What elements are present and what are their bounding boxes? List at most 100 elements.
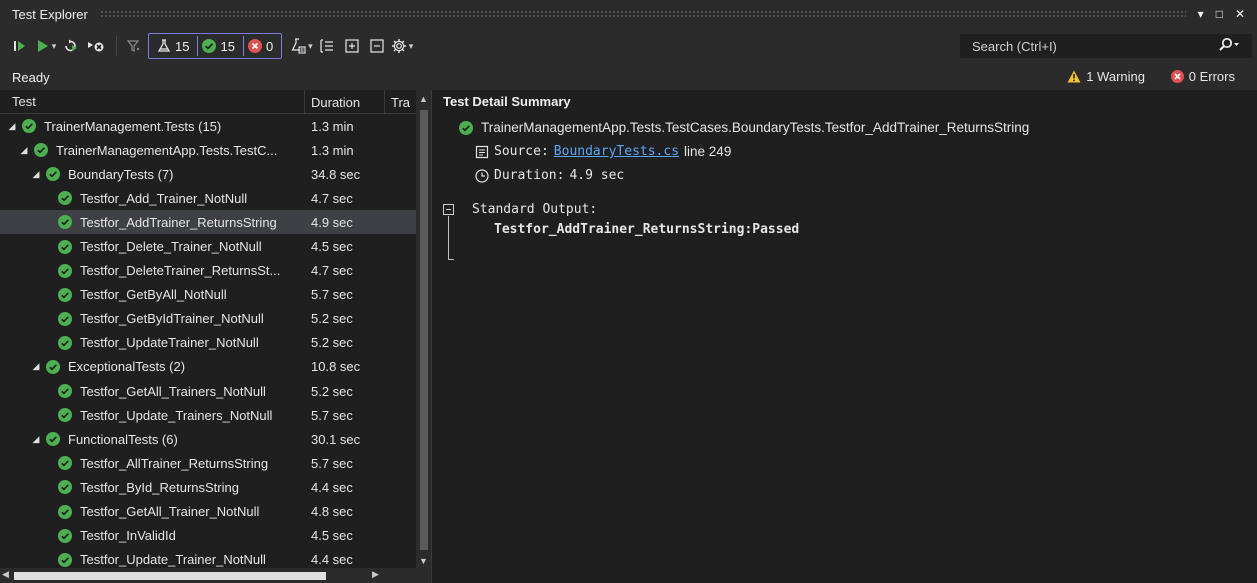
standard-output-label: Standard Output:: [472, 202, 598, 217]
detail-header: Test Detail Summary: [443, 94, 571, 109]
gear-icon: [391, 39, 406, 53]
detail-source: Source: BoundaryTests.cs line 249: [475, 144, 731, 159]
tree-row[interactable]: ◢ TrainerManagement.Tests (15) 1.3 min: [0, 114, 418, 138]
passed-tests-counter[interactable]: 15: [197, 36, 238, 56]
close-button[interactable]: ✕: [1235, 7, 1245, 21]
tree-row-label: Testfor_InValidId: [80, 528, 176, 544]
tree-row[interactable]: Testfor_Update_Trainers_NotNull 5.7 sec: [0, 403, 418, 427]
tree-row[interactable]: Testfor_UpdateTrainer_NotNull 5.2 sec: [0, 331, 418, 355]
run-button[interactable]: ▾: [35, 33, 57, 59]
playlist-dropdown-icon[interactable]: ▾: [308, 41, 313, 52]
source-line: line 249: [684, 144, 732, 159]
pass-check-icon: [58, 215, 72, 230]
tree-row-duration: 4.4 sec: [311, 479, 353, 495]
settings-dropdown-icon[interactable]: ▾: [409, 41, 414, 52]
settings-button[interactable]: ▾: [391, 33, 414, 59]
search-box[interactable]: Search (Ctrl+I): [960, 34, 1252, 58]
tree-row[interactable]: Testfor_ById_ReturnsString 4.4 sec: [0, 475, 418, 499]
expand-arrow-icon[interactable]: ◢: [30, 169, 42, 180]
tree-row-duration: 4.7 sec: [311, 190, 353, 206]
expand-all-icon: [345, 39, 359, 53]
warnings-indicator[interactable]: 1 Warning: [1067, 69, 1145, 84]
maximize-button[interactable]: □: [1216, 7, 1223, 21]
fail-x-icon: [247, 39, 262, 53]
tree-row[interactable]: ◢ BoundaryTests (7) 34.8 sec: [0, 162, 418, 186]
source-label: Source:: [494, 144, 549, 159]
column-test[interactable]: Test: [12, 94, 36, 109]
tree-row-label: Testfor_Delete_Trainer_NotNull: [80, 239, 262, 255]
tree-row[interactable]: Testfor_AllTrainer_ReturnsString 5.7 sec: [0, 451, 418, 475]
tree-row[interactable]: Testfor_GetAll_Trainer_NotNull 4.8 sec: [0, 500, 418, 524]
pass-check-icon: [58, 456, 72, 471]
source-file-link[interactable]: BoundaryTests.cs: [554, 144, 679, 159]
scroll-left-icon[interactable]: ◀: [2, 569, 9, 580]
errors-indicator[interactable]: 0 Errors: [1170, 69, 1235, 84]
tree-row-duration-cell: 4.4 sec: [302, 480, 384, 495]
tree-row[interactable]: Testfor_Add_Trainer_NotNull 4.7 sec: [0, 186, 418, 210]
search-icon[interactable]: [1218, 37, 1240, 56]
detail-duration: Duration: 4.9 sec: [475, 168, 624, 183]
tree-row[interactable]: Testfor_Delete_Trainer_NotNull 4.5 sec: [0, 234, 418, 258]
tree-row[interactable]: Testfor_AddTrainer_ReturnsString 4.9 sec: [0, 210, 418, 235]
title-grip[interactable]: [99, 10, 1186, 18]
tree-row-duration: 30.1 sec: [311, 431, 361, 447]
tree-row[interactable]: ◢ ExceptionalTests (2) 10.8 sec: [0, 355, 418, 379]
tree-row[interactable]: Testfor_GetByAll_NotNull 5.7 sec: [0, 283, 418, 307]
expand-all-button[interactable]: [341, 33, 363, 59]
expand-arrow-icon[interactable]: ◢: [18, 145, 30, 156]
tree-row-label: Testfor_AddTrainer_ReturnsString: [80, 214, 277, 230]
pass-check-icon: [58, 239, 72, 254]
failed-tests-counter[interactable]: 0: [242, 36, 277, 56]
collapse-all-icon: [370, 39, 384, 53]
tree-row[interactable]: Testfor_GetByIdTrainer_NotNull 5.2 sec: [0, 307, 418, 331]
playlist-button[interactable]: ▾: [290, 33, 313, 59]
tree-row-label: Testfor_Add_Trainer_NotNull: [80, 190, 248, 206]
tree-row-duration: 5.2 sec: [311, 383, 353, 399]
test-detail-summary: Test Detail Summary TrainerManagementApp…: [433, 90, 1257, 583]
tree-row-label: TrainerManagementApp.Tests.TestC...: [56, 142, 278, 158]
cancel-icon: [88, 42, 104, 52]
tree-row[interactable]: Testfor_DeleteTrainer_ReturnsSt... 4.7 se…: [0, 259, 418, 283]
collapse-all-button[interactable]: [366, 33, 388, 59]
tree-row-label: TrainerManagement.Tests (15): [44, 118, 222, 134]
search-input[interactable]: Search (Ctrl+I): [972, 39, 1057, 54]
expand-arrow-icon[interactable]: ◢: [6, 121, 18, 132]
column-duration[interactable]: Duration: [304, 90, 360, 114]
vertical-scroll-thumb[interactable]: [420, 110, 428, 550]
repeat-last-run-button[interactable]: [60, 33, 82, 59]
run-all-button[interactable]: [10, 33, 32, 59]
tree-row-label: Testfor_Update_Trainer_NotNull: [80, 552, 266, 568]
run-dropdown-icon[interactable]: ▾: [52, 41, 57, 52]
test-tree: ◢ TrainerManagement.Tests (15) 1.3 min ◢ Tra…: [0, 114, 418, 572]
collapse-output-icon[interactable]: [443, 204, 454, 215]
tree-horizontal-scrollbar[interactable]: ◀ ▶: [0, 568, 431, 583]
scroll-down-icon[interactable]: ▼: [419, 556, 428, 566]
expand-arrow-icon[interactable]: ◢: [30, 434, 42, 445]
pass-check-icon: [58, 191, 72, 206]
tree-row-label: Testfor_AllTrainer_ReturnsString: [80, 455, 269, 471]
total-tests-counter[interactable]: 15: [153, 36, 193, 56]
tree-row[interactable]: Testfor_InValidId 4.5 sec: [0, 524, 418, 548]
cancel-button[interactable]: [85, 33, 107, 59]
test-counters: 15 15 0: [148, 33, 283, 59]
window-menu-button[interactable]: ▾: [1198, 7, 1204, 21]
scroll-right-icon[interactable]: ▶: [372, 569, 379, 580]
pass-check-icon: [22, 119, 36, 134]
output-guide-line: [448, 216, 454, 260]
expand-arrow-icon[interactable]: ◢: [30, 361, 42, 372]
horizontal-scroll-thumb[interactable]: [14, 572, 326, 580]
scroll-up-icon[interactable]: ▲: [419, 94, 428, 104]
detail-full-name: TrainerManagementApp.Tests.TestCases.Bou…: [481, 120, 1030, 135]
pass-check-icon: [46, 359, 60, 374]
tree-row[interactable]: ◢ TrainerManagementApp.Tests.TestC... 1.3 …: [0, 138, 418, 162]
group-by-button[interactable]: [316, 33, 338, 59]
tree-vertical-scrollbar[interactable]: ▲ ▼: [416, 90, 431, 568]
tree-row-label: Testfor_GetByAll_NotNull: [80, 287, 227, 303]
duration-label: Duration:: [494, 168, 565, 183]
tree-row[interactable]: Testfor_GetAll_Trainers_NotNull 5.2 sec: [0, 379, 418, 403]
filter-button[interactable]: [123, 33, 145, 59]
tree-row-duration: 1.3 min: [311, 118, 354, 134]
tree-row-label: Testfor_GetByIdTrainer_NotNull: [80, 311, 264, 327]
column-traits[interactable]: Tra: [384, 90, 410, 114]
tree-row[interactable]: ◢ FunctionalTests (6) 30.1 sec: [0, 427, 418, 451]
